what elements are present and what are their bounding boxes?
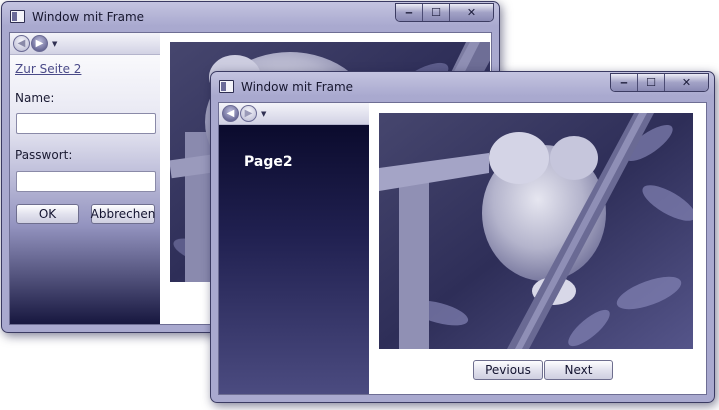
ok-button[interactable]: OK <box>16 204 79 224</box>
caption-buttons: ‒ ☐ ✕ <box>395 3 494 22</box>
history-dropdown-icon[interactable]: ▼ <box>52 40 57 48</box>
close-button[interactable]: ✕ <box>665 74 708 91</box>
window-app-icon <box>10 10 25 23</box>
password-input[interactable] <box>16 171 156 192</box>
back-window-titlebar[interactable]: Window mit Frame ‒ ☐ ✕ <box>2 2 499 32</box>
minimize-button[interactable]: ‒ <box>396 4 423 21</box>
cancel-button[interactable]: Abbrechen <box>91 204 155 224</box>
forward-arrow-icon[interactable]: ▶ <box>240 105 257 122</box>
previous-button[interactable]: Pevious <box>473 360 543 380</box>
front-window: Window mit Frame ‒ ☐ ✕ ◀ ▶ ▼ Page2 Pevio… <box>210 71 715 403</box>
back-arrow-icon[interactable]: ◀ <box>13 35 30 52</box>
back-arrow-icon[interactable]: ◀ <box>222 105 239 122</box>
window-app-icon <box>219 80 234 93</box>
next-button[interactable]: Next <box>544 360 613 380</box>
caption-buttons: ‒ ☐ ✕ <box>610 73 709 92</box>
front-window-client: ◀ ▶ ▼ Page2 Pevious Next <box>218 102 707 395</box>
name-label: Name: <box>15 91 55 105</box>
login-page: ◀ ▶ ▼ Zur Seite 2 Name: Passwort: OK Abb… <box>10 33 160 324</box>
page2-side-panel: ◀ ▶ ▼ Page2 <box>219 103 369 394</box>
page-title: Page2 <box>244 154 293 170</box>
close-button[interactable]: ✕ <box>450 4 493 21</box>
name-input[interactable] <box>16 113 156 134</box>
window-title: Window mit Frame <box>241 80 354 94</box>
go-to-page2-link[interactable]: Zur Seite 2 <box>15 62 81 76</box>
koala-image <box>379 113 693 349</box>
window-title: Window mit Frame <box>32 10 145 24</box>
front-window-titlebar[interactable]: Window mit Frame ‒ ☐ ✕ <box>211 72 714 102</box>
forward-arrow-icon[interactable]: ▶ <box>31 35 48 52</box>
maximize-button[interactable]: ☐ <box>423 4 450 21</box>
frame-navigation-bar: ◀ ▶ ▼ <box>219 103 369 125</box>
minimize-button[interactable]: ‒ <box>611 74 638 91</box>
password-label: Passwort: <box>15 148 73 162</box>
maximize-button[interactable]: ☐ <box>638 74 665 91</box>
history-dropdown-icon[interactable]: ▼ <box>261 110 266 118</box>
frame-navigation-bar: ◀ ▶ ▼ <box>10 33 160 55</box>
